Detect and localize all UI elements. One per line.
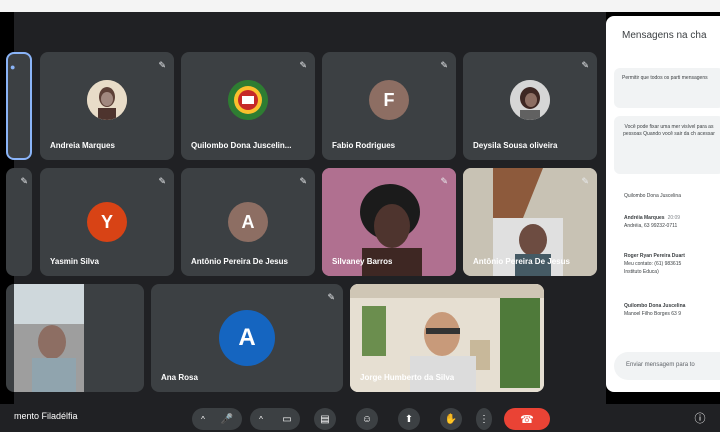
mic-off-icon: ✎ — [440, 176, 448, 186]
avatar: F — [369, 80, 409, 120]
mic-off-icon: ✎ — [581, 60, 589, 70]
participant-tile-quilombo[interactable]: ✎ Quilombo Dona Juscelin... — [181, 52, 315, 160]
chat-pin-notice: Você pode fixar uma mer visível para as … — [614, 116, 720, 174]
avatar: A — [228, 202, 268, 242]
mic-off-icon: ✎ — [20, 176, 28, 186]
chat-message-text: Andréia, 63 99232-0711 — [624, 223, 678, 229]
participant-name: Quilombo Dona Juscelin... — [191, 141, 292, 150]
participant-tile-partial-video[interactable] — [6, 284, 144, 392]
participant-tile-antonio[interactable]: ✎ A Antônio Pereira De Jesus — [181, 168, 315, 276]
mic-off-icon: ✎ — [327, 292, 335, 302]
chat-message-text: Meu contato: (61) 983615 — [624, 261, 682, 267]
participant-tile-silvaney[interactable]: ✎ Silvaney Barros — [322, 168, 456, 276]
chat-message: Quilombo Dona Juscelina — [624, 192, 681, 200]
camera-video — [14, 284, 84, 392]
chat-title: Mensagens na cha — [622, 30, 707, 41]
participant-name: Deysila Sousa oliveira — [473, 141, 558, 150]
end-call-button[interactable]: ☎ — [504, 408, 550, 430]
emoji-icon[interactable]: ☺ — [356, 408, 378, 430]
mic-off-icon: ✎ — [440, 60, 448, 70]
avatar: Y — [87, 202, 127, 242]
avatar: A — [219, 310, 275, 366]
meeting-name: mento Filadélfia — [14, 411, 78, 421]
mic-off-icon: ✎ — [299, 60, 307, 70]
active-speaker-icon: ● — [10, 62, 16, 72]
mic-off-icon: ✎ — [299, 176, 307, 186]
camera-options-chevron-icon[interactable]: ^ — [250, 408, 272, 430]
present-screen-icon[interactable]: ⬆ — [398, 408, 420, 430]
chat-message-text: Instituto Educa) — [624, 269, 659, 275]
chat-input[interactable]: Enviar mensagem para to — [614, 352, 720, 380]
participant-name: Ana Rosa — [161, 373, 198, 382]
participant-tile-yasmin[interactable]: ✎ Y Yasmin Silva — [40, 168, 174, 276]
participant-name: Jorge Humberto da Silva — [360, 373, 455, 382]
more-options-icon[interactable]: ⋮ — [476, 408, 492, 430]
participant-tile-jorge[interactable]: Jorge Humberto da Silva — [350, 284, 544, 392]
chat-message-text: Manoel Filho Borges 63 9 — [624, 311, 681, 317]
participant-tile-partial[interactable]: ● — [6, 52, 32, 160]
mic-options-chevron-icon[interactable]: ^ — [192, 408, 214, 430]
avatar — [87, 80, 127, 120]
chat-permission-toggle[interactable]: Permitir que todos os parti mensagens — [614, 68, 720, 108]
mic-off-icon: ✎ — [158, 176, 166, 186]
participant-name: Silvaney Barros — [332, 257, 393, 266]
mic-off-icon: ✎ — [581, 176, 589, 186]
participant-tile-fabio[interactable]: ✎ F Fabio Rodrigues — [322, 52, 456, 160]
participant-tile-deysila[interactable]: ✎ Deysila Sousa oliveira — [463, 52, 597, 160]
participant-grid: ● ✎ Andreia Marques ✎ Quilombo Dona Jusc… — [6, 12, 606, 404]
profile-photo-icon — [87, 80, 127, 120]
meet-app: ● ✎ Andreia Marques ✎ Quilombo Dona Jusc… — [0, 0, 720, 432]
participant-name: Fabio Rodrigues — [332, 141, 396, 150]
participant-tile-partial[interactable]: ✎ — [6, 168, 32, 276]
participant-name: Andreia Marques — [50, 141, 115, 150]
captions-icon[interactable]: ▤ — [314, 408, 336, 430]
participant-name: Antônio Pereira De Jesus — [191, 257, 288, 266]
participant-name: Yasmin Silva — [50, 257, 99, 266]
chat-message-text: Quilombo Dona Juscelina — [624, 193, 681, 199]
chat-message: Quilombo Dona Juscelina Manoel Filho Bor… — [624, 302, 685, 318]
chat-panel: Mensagens na cha Permitir que todos os p… — [606, 16, 720, 392]
chat-message: Andréia Marques 20:09 Andréia, 63 99232-0… — [624, 214, 680, 230]
top-strip — [0, 0, 720, 12]
participant-tile-ana[interactable]: ✎ A Ana Rosa — [151, 284, 343, 392]
info-icon[interactable]: ⓘ — [692, 410, 708, 426]
control-bar: mento Filadélfia ^ 🎤 ^ ▭ ▤ ☺ ⬆ ✋ ⋮ ☎ ⓘ — [0, 404, 720, 432]
chat-message: Roger Ryan Pereira Duart Meu contato: (6… — [624, 252, 685, 276]
logo-icon — [228, 80, 268, 120]
profile-photo-icon — [510, 80, 550, 120]
chat-sender: Roger Ryan Pereira Duart — [624, 253, 685, 259]
chat-sender: Andréia Marques — [624, 215, 665, 221]
avatar — [228, 80, 268, 120]
participant-tile-antonio-video[interactable]: ✎ Antônio Pereira De Jesus — [463, 168, 597, 276]
mic-off-icon: ✎ — [158, 60, 166, 70]
avatar — [510, 80, 550, 120]
chat-sender: Quilombo Dona Juscelina — [624, 303, 686, 309]
microphone-icon[interactable]: 🎤 — [216, 408, 238, 430]
raise-hand-icon[interactable]: ✋ — [440, 408, 462, 430]
participant-tile-andreia[interactable]: ✎ Andreia Marques — [40, 52, 174, 160]
chat-time: 20:09 — [667, 215, 681, 221]
participant-name: Antônio Pereira De Jesus — [473, 257, 570, 266]
camera-icon[interactable]: ▭ — [276, 408, 298, 430]
